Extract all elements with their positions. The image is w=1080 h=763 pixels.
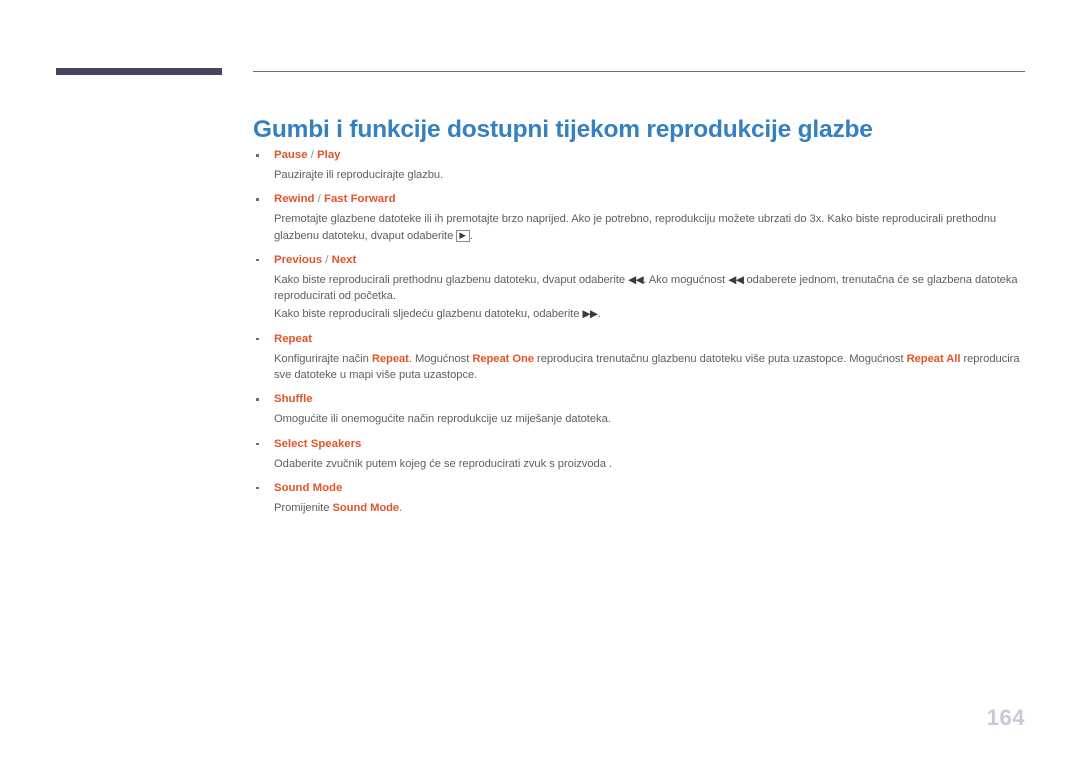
section-sound-mode: Sound Mode Promijenite Sound Mode.: [253, 481, 1025, 516]
section-paragraph: Odaberite zvučnik putem kojeg će se repr…: [274, 457, 612, 470]
section-paragraph: Kako biste reproducirali prethodnu glazb…: [274, 272, 1025, 305]
skip-backward-icon: ◀◀: [728, 273, 744, 286]
paragraph-part: Konfigurirajte način: [274, 352, 372, 365]
section-heading: Rewind / Fast Forward: [274, 192, 1025, 207]
heading-term-primary: Select Speakers: [274, 437, 362, 450]
section-previous-next: Previous / Next Kako biste reproducirali…: [253, 253, 1025, 323]
inline-term-repeat-one: Repeat One: [472, 352, 534, 365]
section-paragraph: Kako biste reproducirali sljedeću glazbe…: [274, 306, 1025, 322]
header-rules: [0, 60, 1080, 84]
heading-term-primary: Repeat: [274, 332, 312, 345]
section-paragraph: Promijenite Sound Mode.: [274, 500, 1025, 516]
paragraph-trailing: .: [469, 229, 473, 242]
heading-separator: /: [322, 253, 332, 266]
heading-term-secondary: Play: [317, 149, 341, 161]
paragraph-part: reproducira trenutačnu glazbenu datoteku…: [533, 352, 907, 365]
paragraph-tail: .: [597, 308, 601, 321]
section-paragraph: Premotajte glazbene datoteke ili ih prem…: [274, 211, 1025, 244]
bullet-marker-icon: [256, 154, 259, 157]
bullet-marker-icon: [256, 258, 259, 262]
section-heading: Select Speakers: [274, 437, 1025, 452]
heading-term-primary: Shuffle: [274, 393, 313, 406]
page-number: 164: [986, 705, 1025, 730]
section-heading: Previous / Next: [274, 253, 1025, 268]
skip-backward-icon: ◀◀: [628, 273, 644, 286]
header-thick-bar: [56, 68, 222, 75]
heading-term-primary: Pause: [274, 149, 308, 161]
inline-term-repeat: Repeat: [371, 352, 409, 365]
paragraph-lead: Kako biste reproducirali sljedeću glazbe…: [274, 308, 583, 321]
section-heading: Shuffle: [274, 392, 1025, 407]
section-paragraph: Omogućite ili onemogućite način reproduk…: [274, 413, 611, 426]
heading-term-primary: Previous: [274, 253, 323, 266]
inline-term-repeat-all: Repeat All: [906, 352, 961, 365]
bullet-marker-icon: [256, 398, 259, 401]
paragraph-part: Promijenite: [274, 501, 333, 514]
section-heading: Sound Mode: [274, 481, 1025, 496]
inline-term-sound-mode: Sound Mode: [332, 501, 400, 514]
bullet-marker-icon: [256, 337, 259, 341]
section-shuffle: Shuffle Omogućite ili onemogućite način …: [253, 392, 1025, 427]
heading-term-secondary: Fast Forward: [324, 193, 396, 206]
section-pause-play: Pause / Play Pauzirajte ili reproduciraj…: [253, 148, 1025, 183]
section-heading: Repeat: [274, 332, 1025, 347]
heading-term-primary: Sound Mode: [274, 481, 343, 494]
heading-term-secondary: Next: [331, 253, 357, 266]
paragraph-mid: . Ako mogućnost: [643, 273, 729, 286]
bullet-marker-icon: [256, 442, 259, 446]
section-rewind-fast-forward: Rewind / Fast Forward Premotajte glazben…: [253, 192, 1025, 244]
paragraph-part: .: [399, 501, 403, 514]
heading-separator: /: [307, 149, 318, 161]
paragraph-lead: Kako biste reproducirali prethodnu glazb…: [274, 273, 629, 286]
play-button-icon: ▶: [456, 229, 470, 242]
section-paragraph: Konfigurirajte način Repeat. Mogućnost R…: [274, 351, 1025, 384]
paragraph-text: Premotajte glazbene datoteke ili ih prem…: [274, 213, 997, 242]
page-title: Gumbi i funkcije dostupni tijekom reprod…: [253, 116, 873, 144]
section-heading: Pause / Play: [274, 148, 1025, 163]
section-paragraph: Pauzirajte ili reproducirajte glazbu.: [274, 169, 444, 181]
skip-forward-icon: ▶▶: [582, 308, 598, 321]
content-body: Pause / Play Pauzirajte ili reproduciraj…: [253, 148, 1025, 516]
heading-separator: /: [314, 193, 325, 206]
heading-term-primary: Rewind: [274, 193, 315, 206]
paragraph-part: . Mogućnost: [408, 352, 473, 365]
document-page: Gumbi i funkcije dostupni tijekom reprod…: [0, 0, 1080, 763]
header-thin-rule: [253, 71, 1025, 72]
bullet-marker-icon: [256, 486, 259, 490]
section-select-speakers: Select Speakers Odaberite zvučnik putem …: [253, 437, 1025, 472]
section-repeat: Repeat Konfigurirajte način Repeat. Mogu…: [253, 332, 1025, 384]
bullet-marker-icon: [256, 198, 259, 201]
